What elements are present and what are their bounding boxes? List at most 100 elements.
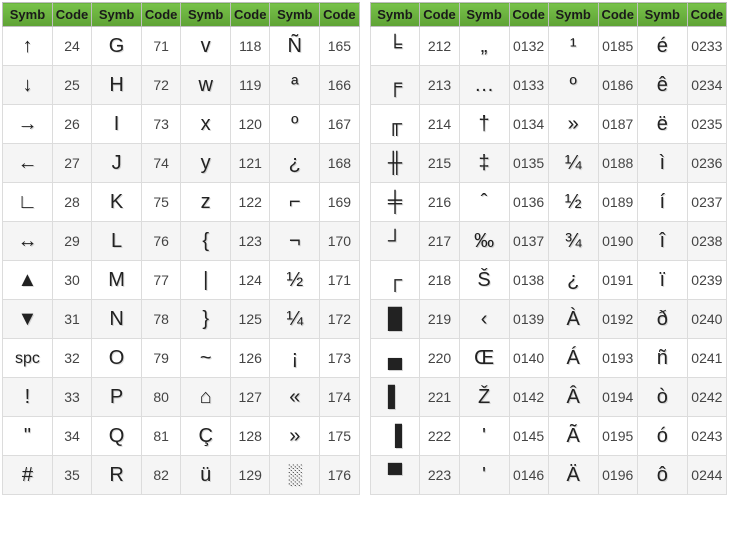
code-value: 221 [428,389,451,405]
symbol-cell: ╓ [370,105,420,144]
code-value: 123 [239,233,262,249]
symbol-value: À [567,308,580,330]
code-cell: 124 [231,261,270,300]
symbol-value: ª [291,74,298,96]
code-cell: 0134 [509,105,548,144]
symbol-value: " [24,425,31,447]
code-cell: 75 [142,183,181,222]
code-value: 79 [153,350,169,366]
symbol-cell: Q [92,417,142,456]
code-value: 0134 [513,116,544,132]
symbol-value: ╒ [388,74,402,96]
code-value: 24 [64,38,80,54]
code-cell: 223 [420,456,459,495]
table-row: ╒213…0133º0186ê0234 [370,66,727,105]
code-cell: 172 [320,300,359,339]
symbol-value: K [110,191,123,213]
code-cell: 0137 [509,222,548,261]
symbol-value: ╘ [388,35,402,57]
symbol-value: Ç [198,425,212,447]
code-cell: 217 [420,222,459,261]
code-cell: 128 [231,417,270,456]
code-value: 0146 [513,467,544,483]
symbol-cell: ½ [548,183,598,222]
symbol-value: ï [660,269,666,291]
code-cell: 120 [231,105,270,144]
code-value: 219 [428,311,451,327]
symbol-cell: ▀ [370,456,420,495]
code-cell: 122 [231,183,270,222]
code-cell: 77 [142,261,181,300]
code-cell: 168 [320,144,359,183]
th-code: Code [52,3,91,27]
code-cell: 216 [420,183,459,222]
code-value: 0140 [513,350,544,366]
symbol-value: ½ [565,191,582,213]
symbol-value: ê [657,74,668,96]
symbol-value: I [114,113,120,135]
code-value: 118 [239,38,261,54]
th-code: Code [231,3,270,27]
symbol-cell: ª [270,66,320,105]
code-value: 73 [153,116,169,132]
symbol-cell: ~ [181,339,231,378]
symbol-value: ¼ [565,152,582,174]
table-row: "34Q81Ç128»175 [3,417,360,456]
table-row: ╫215‡0135¼0188ì0236 [370,144,727,183]
code-value: 0186 [602,77,633,93]
symbol-cell: M [92,261,142,300]
symbol-value: ▄ [388,347,402,369]
code-value: 0189 [602,194,633,210]
symbol-value: ¿ [289,152,301,174]
code-value: 214 [428,116,451,132]
symbol-value: ¿ [567,269,579,291]
symbol-cell: ¬ [270,222,320,261]
code-value: 126 [239,350,262,366]
symbol-value: ┌ [388,269,402,291]
symbol-cell: L [92,222,142,261]
code-value: 0190 [602,233,633,249]
symbol-value: → [17,113,37,135]
symbol-cell: ‡ [459,144,509,183]
symbol-value: ▌ [388,386,402,408]
symbol-value: † [479,113,490,135]
code-value: 173 [328,350,351,366]
code-value: 0233 [691,38,722,54]
code-cell: 71 [142,27,181,66]
table-row: ╘212„0132¹0185é0233 [370,27,727,66]
code-value: 82 [153,467,169,483]
symbol-cell: ½ [270,261,320,300]
code-cell: 79 [142,339,181,378]
symbol-cell: ╘ [370,27,420,66]
code-value: 76 [153,233,169,249]
symbol-cell: G [92,27,142,66]
symbol-value: ì [660,152,666,174]
code-cell: 0142 [509,378,548,417]
code-value: 223 [428,467,451,483]
symbol-value: ∟ [18,191,38,213]
code-value: 0236 [691,155,722,171]
symbol-cell: º [548,66,598,105]
symbol-cell: ‹ [459,300,509,339]
symbol-cell: Ç [181,417,231,456]
code-cell: 29 [52,222,91,261]
table-row: ┌218Š0138¿0191ï0239 [370,261,727,300]
code-cell: 30 [52,261,91,300]
code-cell: 0187 [598,105,637,144]
symbol-cell: » [548,105,598,144]
symbol-cell: ⌂ [181,378,231,417]
symbol-cell: ñ [637,339,687,378]
symbol-cell: ┘ [370,222,420,261]
table-row: ┘217‰0137¾0190î0238 [370,222,727,261]
symbol-value: v [201,35,211,57]
symbol-value: î [660,230,666,252]
symbol-value: Â [567,386,580,408]
code-cell: 0146 [509,456,548,495]
code-value: 0196 [602,467,633,483]
symbol-value: Ñ [288,35,302,57]
right-table-head: Symb Code Symb Code Symb Code Symb Code [370,3,727,27]
symbol-cell: º [270,105,320,144]
symbol-cell: Œ [459,339,509,378]
code-value: 124 [239,272,262,288]
code-value: 0145 [513,428,544,444]
